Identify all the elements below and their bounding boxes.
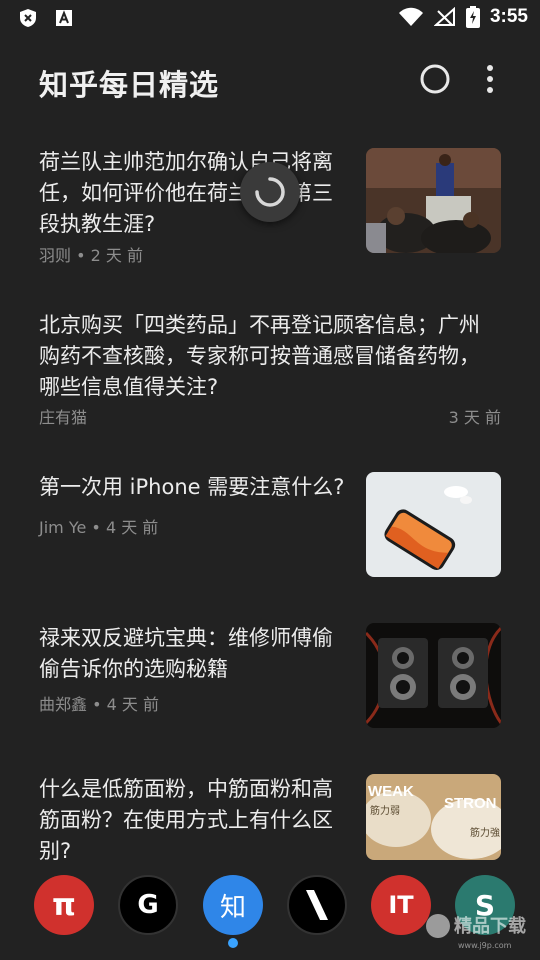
story-title: 北京购买「四类药品」不再登记顾客信息；广州 购药不查核酸，专家称可按普通感冒储备… [39, 313, 480, 399]
slash-logo-icon [306, 890, 328, 920]
source-switcher: π G 知 IT S 精品下载 www.j9p.com [0, 860, 540, 960]
story-title: 禄来双反避坑宝典：维修师傅偷 偷告诉你的选购秘籍 [39, 626, 333, 681]
story-feed: 荷兰队主帅范加尔确认自己将离 任，如何评价他在荷兰队的第三 段执教生涯? 羽则 … [0, 130, 540, 860]
thumb-label-strong-jp: 筋力強 [470, 826, 500, 839]
story-time: 3 天 前 [448, 408, 501, 427]
font-a-icon [56, 10, 72, 26]
no-signal-icon [433, 7, 455, 26]
page-title: 知乎每日精选 [39, 68, 220, 102]
list-item[interactable]: 第一次用 iPhone 需要注意什么? Jim Ye • 4 天 前 [0, 472, 540, 582]
source-g-button[interactable]: G [118, 875, 178, 935]
thumb-cameras [366, 623, 501, 728]
app-bar: 知乎每日精选 [0, 46, 540, 116]
source-pi-button[interactable]: π [34, 875, 94, 935]
status-time: 3:55 [489, 6, 528, 27]
spinner-icon [255, 177, 285, 207]
story-title: 第一次用 iPhone 需要注意什么? [39, 475, 345, 499]
shield-x-icon [20, 9, 36, 27]
thumb-label-strong: STRON [444, 795, 497, 812]
story-meta: Jim Ye • 4 天 前 [39, 518, 159, 537]
svg-text:精品下载: 精品下载 [454, 915, 526, 937]
thumb-flour: WEAK STRON 筋力弱 筋力強 [366, 774, 501, 860]
thumb-label-weak: WEAK [368, 783, 414, 800]
loading-spinner [240, 162, 300, 222]
thumb-press-conference [366, 148, 501, 253]
active-source-indicator [228, 938, 238, 948]
svg-text:www.j9p.com: www.j9p.com [458, 941, 512, 950]
source-zhihu-button[interactable]: 知 [203, 875, 263, 935]
circle-icon[interactable] [418, 62, 452, 96]
story-meta: 羽则 • 2 天 前 [39, 246, 143, 265]
list-item[interactable]: 什么是低筋面粉，中筋面粉和高 筋面粉？在使用方式上有什么区 别? WEAK ST… [0, 774, 540, 860]
battery-charging-icon [465, 6, 480, 28]
more-vert-icon[interactable] [476, 62, 504, 96]
source-slash-button[interactable] [287, 875, 347, 935]
story-meta: 曲郑鑫 • 4 天 前 [39, 695, 159, 714]
story-title: 什么是低筋面粉，中筋面粉和高 筋面粉？在使用方式上有什么区 别? [39, 777, 333, 860]
thumb-label-weak-jp: 筋力弱 [370, 804, 400, 817]
status-bar: 3:55 [0, 0, 540, 36]
watermark-logo: 精品下载 www.j9p.com [426, 914, 526, 950]
wifi-icon [398, 7, 423, 26]
source-ithome-button[interactable]: IT [371, 875, 431, 935]
list-item[interactable]: 禄来双反避坑宝典：维修师傅偷 偷告诉你的选购秘籍 曲郑鑫 • 4 天 前 [0, 623, 540, 733]
list-item[interactable]: 北京购买「四类药品」不再登记顾客信息；广州 购药不查核酸，专家称可按普通感冒储备… [0, 308, 540, 438]
thumb-iphone [366, 472, 501, 577]
story-author: 庄有猫 [39, 408, 88, 427]
